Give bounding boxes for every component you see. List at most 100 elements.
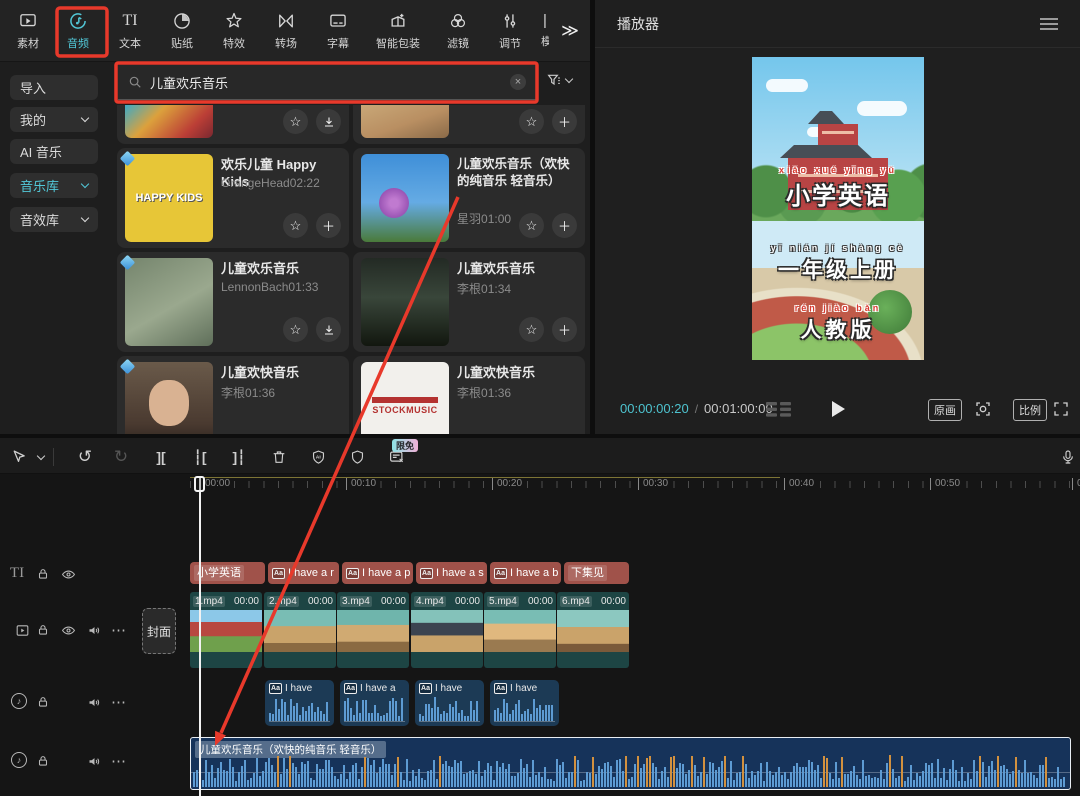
- clip-range-indicator: [190, 477, 780, 478]
- fullscreen-icon[interactable]: [1052, 400, 1070, 418]
- speaker-icon[interactable]: [85, 752, 103, 770]
- add-to-track-button[interactable]: ＋: [552, 109, 577, 134]
- lock-icon[interactable]: [34, 693, 52, 711]
- track-visibility-grid-icon[interactable]: [766, 402, 792, 417]
- more-options-icon[interactable]: ⋯: [110, 693, 128, 711]
- music-card[interactable]: 儿童欢乐音乐 李根01:34 ☆＋: [353, 252, 585, 352]
- video-clip[interactable]: 5.mp400:00: [484, 592, 556, 668]
- more-options-icon[interactable]: ⋯: [110, 621, 128, 639]
- tab-media[interactable]: 素材: [4, 3, 52, 59]
- sidebar-item-music-library[interactable]: 音乐库: [10, 173, 98, 198]
- captions-icon: [328, 11, 348, 31]
- text-clip[interactable]: AaI have a p: [342, 562, 413, 584]
- video-clip[interactable]: 3.mp400:00: [337, 592, 409, 668]
- favorite-star-button[interactable]: ☆: [519, 213, 544, 238]
- audio-waveform: [344, 696, 405, 722]
- eye-icon[interactable]: [59, 565, 77, 583]
- expand-panel-button[interactable]: ≫: [554, 21, 584, 41]
- sidebar-item-mine[interactable]: 我的: [10, 107, 98, 132]
- add-to-track-button[interactable]: ＋: [552, 213, 577, 238]
- tab-audio[interactable]: 音频: [52, 3, 104, 59]
- funnel-icon: [546, 72, 562, 88]
- music-card[interactable]: 儿童欢快音乐 李根01:36: [117, 356, 349, 434]
- text-clip[interactable]: 下集见: [564, 562, 629, 584]
- text-clip[interactable]: AaI have a s: [416, 562, 487, 584]
- split-button[interactable]: ][: [148, 444, 174, 470]
- ratio-button[interactable]: 比例: [1013, 399, 1047, 421]
- music-card[interactable]: ☆＋: [353, 105, 585, 144]
- text-clip[interactable]: 小学英语: [190, 562, 265, 584]
- tab-text[interactable]: TI 文本: [104, 3, 156, 59]
- sidebar-item-sound-effects[interactable]: 音效库: [10, 207, 98, 232]
- tab-filters[interactable]: 滤镜: [432, 3, 484, 59]
- clear-search-button[interactable]: ×: [510, 74, 526, 90]
- delete-button[interactable]: [266, 444, 292, 470]
- transitions-icon: [276, 11, 296, 31]
- download-button[interactable]: [316, 109, 341, 134]
- total-time: 00:01:00:00: [704, 401, 773, 416]
- tab-partial[interactable]: | 模: [536, 3, 554, 59]
- ruler-label: 00:30: [638, 478, 668, 490]
- lock-icon[interactable]: [34, 621, 52, 639]
- favorite-star-button[interactable]: ☆: [283, 213, 308, 238]
- speaker-icon[interactable]: [85, 621, 103, 639]
- split-keep-right-button[interactable]: ]┆: [226, 444, 252, 470]
- tts-audio-clip[interactable]: AaI have a: [340, 680, 409, 726]
- music-card[interactable]: 儿童欢乐音乐（欢快的纯音乐 轻音乐） 星羽01:00 ☆＋: [353, 148, 585, 248]
- focus-preview-icon[interactable]: [974, 400, 992, 418]
- microphone-icon[interactable]: [1055, 444, 1080, 470]
- speaker-icon[interactable]: [85, 693, 103, 711]
- tab-captions[interactable]: 字幕: [312, 3, 364, 59]
- video-clip[interactable]: 2.mp400:00: [264, 592, 336, 668]
- protect-button[interactable]: [344, 444, 370, 470]
- video-thumbnail: [264, 610, 336, 652]
- text-clip[interactable]: AaI have a r: [268, 562, 339, 584]
- tab-adjust[interactable]: 调节: [484, 3, 536, 59]
- play-button[interactable]: [830, 400, 846, 418]
- music-audio-clip-selected[interactable]: 儿童欢乐音乐（欢快的纯音乐 轻音乐）: [190, 737, 1071, 790]
- tab-transitions[interactable]: 转场: [260, 3, 312, 59]
- adjust-icon: [500, 11, 520, 31]
- search-icon: [128, 75, 142, 89]
- download-button[interactable]: [316, 317, 341, 342]
- search-input[interactable]: 儿童欢乐音乐 ×: [118, 65, 536, 100]
- add-to-track-button[interactable]: ＋: [552, 317, 577, 342]
- original-quality-button[interactable]: 原画: [928, 399, 962, 421]
- redo-button[interactable]: ↻: [108, 444, 134, 470]
- undo-button[interactable]: ↺: [72, 444, 98, 470]
- favorite-star-button[interactable]: ☆: [519, 109, 544, 134]
- music-card[interactable]: 儿童欢乐音乐 LennonBach01:33 ☆: [117, 252, 349, 352]
- more-options-icon[interactable]: ⋯: [110, 752, 128, 770]
- split-keep-left-button[interactable]: ┆[: [187, 444, 213, 470]
- tts-audio-clip[interactable]: AaI have: [415, 680, 484, 726]
- tab-stickers[interactable]: 贴纸: [156, 3, 208, 59]
- select-tool-chevron[interactable]: [28, 444, 54, 470]
- favorite-star-button[interactable]: ☆: [283, 109, 308, 134]
- tts-audio-clip[interactable]: AaI have: [490, 680, 559, 726]
- eye-icon[interactable]: [59, 621, 77, 639]
- tab-smart-package[interactable]: 智能包装: [364, 3, 432, 59]
- sidebar-item-import[interactable]: 导入: [10, 75, 98, 100]
- filter-button[interactable]: [546, 72, 572, 88]
- favorite-star-button[interactable]: ☆: [283, 317, 308, 342]
- tab-effects[interactable]: 特效: [208, 3, 260, 59]
- playhead-line[interactable]: [199, 477, 201, 796]
- music-card[interactable]: HAPPY KIDS 欢乐儿童 Happy Kids OrangeHead02:…: [117, 148, 349, 248]
- audio-icon: [68, 11, 88, 31]
- add-to-track-button[interactable]: ＋: [316, 213, 341, 238]
- music-card[interactable]: ☆: [117, 105, 349, 144]
- lock-icon[interactable]: [34, 565, 52, 583]
- video-track-icon: [13, 621, 31, 639]
- sidebar-item-ai-music[interactable]: AI 音乐: [10, 139, 98, 164]
- video-clip[interactable]: 6.mp400:00: [557, 592, 629, 668]
- cover-button[interactable]: 封面: [142, 608, 176, 654]
- playhead-handle[interactable]: [194, 476, 205, 492]
- video-clip[interactable]: 4.mp400:00: [411, 592, 483, 668]
- text-clip[interactable]: AaI have a b: [490, 562, 561, 584]
- tts-audio-clip[interactable]: AaI have: [265, 680, 334, 726]
- music-card[interactable]: STOCKMUSIC 儿童欢快音乐 李根01:36: [353, 356, 585, 434]
- favorite-star-button[interactable]: ☆: [519, 317, 544, 342]
- lock-icon[interactable]: [34, 752, 52, 770]
- player-menu-icon[interactable]: [1040, 15, 1058, 33]
- ai-protect-button[interactable]: AI: [305, 444, 331, 470]
